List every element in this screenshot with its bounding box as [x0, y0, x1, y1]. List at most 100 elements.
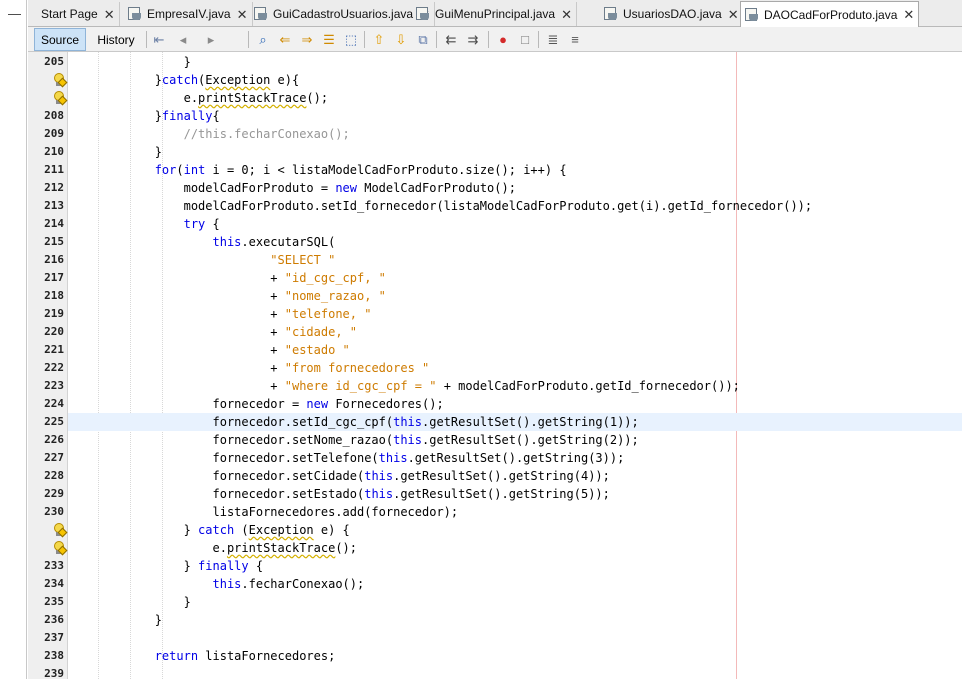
code-line[interactable]: }catch(Exception e){	[68, 71, 962, 89]
minimize-panel-icon[interactable]: —	[8, 6, 21, 21]
line-number: 221	[44, 343, 64, 356]
code-line[interactable]: for(int i = 0; i < listaModelCadForProdu…	[68, 161, 962, 179]
code-line[interactable]: this.fecharConexao();	[68, 575, 962, 593]
uncomment-icon[interactable]: ≡	[566, 30, 584, 48]
code-line[interactable]: }finally{	[68, 107, 962, 125]
code-line[interactable]: modelCadForProduto = new ModelCadForProd…	[68, 179, 962, 197]
code-line[interactable]: listaFornecedores.add(fornecedor);	[68, 503, 962, 521]
next-bookmark-icon[interactable]: ⇩	[392, 30, 410, 48]
last-edit-icon[interactable]: ⇤	[150, 30, 168, 48]
tab-usuariosdao-java[interactable]: UsuariosDAO.java ✕	[600, 2, 744, 26]
code-line[interactable]: } catch (Exception e) {	[68, 521, 962, 539]
source-view-toggle[interactable]: Source	[34, 28, 86, 51]
close-tab-icon[interactable]: ✕	[237, 8, 248, 21]
code-line[interactable]: modelCadForProduto.setId_fornecedor(list…	[68, 197, 962, 215]
tab-label: GuiCadastroUsuarios.java	[273, 7, 414, 21]
toolbar-separator	[538, 31, 539, 48]
line-number: 228	[44, 469, 64, 482]
code-line[interactable]: try {	[68, 215, 962, 233]
close-tab-icon[interactable]: ✕	[104, 8, 115, 21]
java-file-icon	[127, 7, 143, 21]
start-macro-icon[interactable]: ●	[494, 30, 512, 48]
code-line[interactable]: }	[68, 593, 962, 611]
code-line[interactable]: fornecedor.setNome_razao(this.getResultS…	[68, 431, 962, 449]
java-file-icon	[744, 7, 760, 22]
tab-daocadforproduto-java[interactable]: DAOCadForProduto.java ✕	[740, 1, 920, 27]
line-number: 217	[44, 271, 64, 284]
line-number: 205	[44, 55, 64, 68]
close-tab-icon[interactable]: ✕	[728, 8, 739, 21]
code-line[interactable]: }	[68, 143, 962, 161]
tab-label: EmpresaIV.java	[147, 7, 231, 21]
code-line[interactable]	[68, 629, 962, 647]
code-line[interactable]	[68, 665, 962, 679]
line-number: 238	[44, 649, 64, 662]
code-line[interactable]: } finally {	[68, 557, 962, 575]
code-line[interactable]: e.printStackTrace();	[68, 89, 962, 107]
tab-start-page[interactable]: Start Page ✕	[38, 2, 120, 26]
code-line[interactable]: + "estado "	[68, 341, 962, 359]
code-line[interactable]: //this.fecharConexao();	[68, 125, 962, 143]
code-line[interactable]: return listaFornecedores;	[68, 647, 962, 665]
line-number: 212	[44, 181, 64, 194]
tab-label: GuiMenuPrincipal.java	[435, 7, 556, 21]
find-selection-icon[interactable]: ☰	[320, 30, 338, 48]
line-number: 219	[44, 307, 64, 320]
toggle-rect-selection-icon[interactable]: ⬚	[342, 30, 360, 48]
hint-bulb-icon[interactable]	[53, 73, 68, 88]
close-tab-icon[interactable]: ✕	[561, 8, 572, 21]
line-number: 225	[44, 415, 64, 428]
line-number: 237	[44, 631, 64, 644]
code-line[interactable]: fornecedor = new Fornecedores();	[68, 395, 962, 413]
code-line[interactable]: + "cidade, "	[68, 323, 962, 341]
find-previous-icon[interactable]: ⇐	[276, 30, 294, 48]
line-number: 222	[44, 361, 64, 374]
shift-left-icon[interactable]: ⇇	[442, 30, 460, 48]
tab-guimenuprincipal-java[interactable]: GuiMenuPrincipal.java ✕	[412, 2, 577, 26]
line-number: 223	[44, 379, 64, 392]
line-number: 234	[44, 577, 64, 590]
line-number: 209	[44, 127, 64, 140]
comment-icon[interactable]: ≣	[544, 30, 562, 48]
toolbar-separator	[364, 31, 365, 48]
code-line[interactable]: + "nome_razao, "	[68, 287, 962, 305]
code-line[interactable]: e.printStackTrace();	[68, 539, 962, 557]
find-next-icon[interactable]: ⇒	[298, 30, 316, 48]
code-line[interactable]: "SELECT "	[68, 251, 962, 269]
hint-bulb-icon[interactable]	[53, 523, 68, 538]
code-line[interactable]: fornecedor.setCidade(this.getResultSet()…	[68, 467, 962, 485]
line-number: 227	[44, 451, 64, 464]
previous-bookmark-icon[interactable]: ⇧	[370, 30, 388, 48]
code-line[interactable]: }	[68, 611, 962, 629]
code-line[interactable]: fornecedor.setId_cgc_cpf(this.getResultS…	[68, 413, 962, 431]
tab-empresaiv-java[interactable]: EmpresaIV.java ✕	[124, 2, 253, 26]
toolbar-separator	[146, 31, 147, 48]
code-line[interactable]: }	[68, 53, 962, 71]
find-icon[interactable]: ⌕	[254, 30, 272, 48]
toolbar-separator	[248, 31, 249, 48]
left-panel-strip[interactable]: —	[0, 0, 27, 679]
code-line[interactable]: fornecedor.setEstado(this.getResultSet()…	[68, 485, 962, 503]
line-number: 208	[44, 109, 64, 122]
toolbar-separator	[488, 31, 489, 48]
hint-bulb-icon[interactable]	[53, 91, 68, 106]
line-number: 224	[44, 397, 64, 410]
code-line[interactable]: + "id_cgc_cpf, "	[68, 269, 962, 287]
hint-bulb-icon[interactable]	[53, 541, 68, 556]
history-view-toggle[interactable]: History	[90, 28, 142, 51]
code-line[interactable]: fornecedor.setTelefone(this.getResultSet…	[68, 449, 962, 467]
back-icon[interactable]: ◂	[174, 30, 192, 48]
line-number: 230	[44, 505, 64, 518]
code-line[interactable]: + "where id_cgc_cpf = " + modelCadForPro…	[68, 377, 962, 395]
shift-right-icon[interactable]: ⇉	[464, 30, 482, 48]
forward-icon[interactable]: ▸	[202, 30, 220, 48]
line-number: 239	[44, 667, 64, 679]
code-line[interactable]: this.executarSQL(	[68, 233, 962, 251]
close-tab-icon[interactable]: ✕	[903, 8, 914, 21]
code-line[interactable]: + "telefone, "	[68, 305, 962, 323]
toggle-bookmark-icon[interactable]: ⧉	[414, 30, 432, 48]
tab-guicadastrousuarios-java[interactable]: GuiCadastroUsuarios.java✕	[250, 2, 435, 26]
code-editor[interactable]: } }catch(Exception e){ e.printStackTrace…	[68, 52, 962, 679]
stop-macro-icon[interactable]: □	[516, 30, 534, 48]
code-line[interactable]: + "from fornecedores "	[68, 359, 962, 377]
